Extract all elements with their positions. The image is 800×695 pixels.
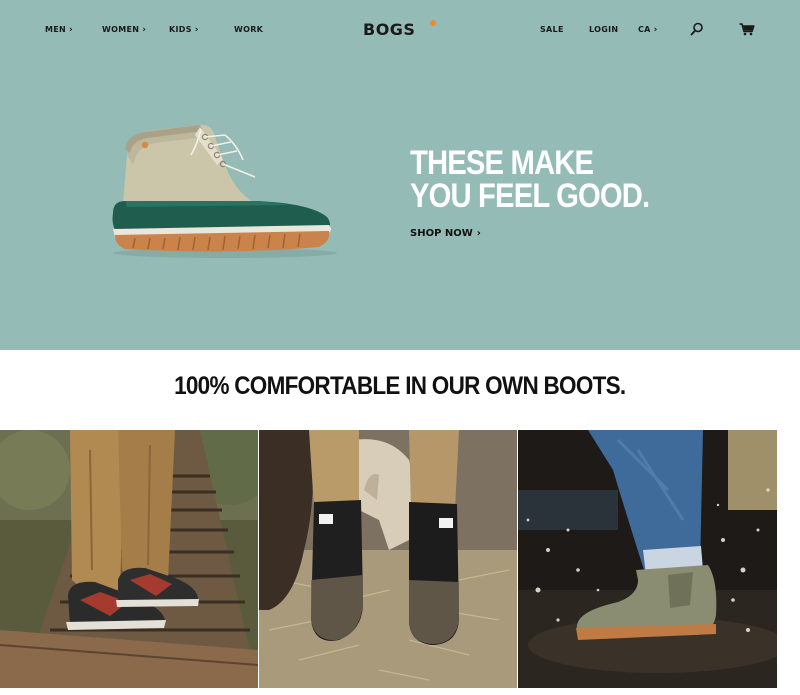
photo-splash-boots[interactable]: [518, 430, 777, 688]
chevron-right-icon: ›: [476, 228, 481, 239]
chevron-right-icon: ›: [142, 25, 147, 35]
nav-sale[interactable]: SALE: [540, 25, 564, 34]
section-heading: 100% COMFORTABLE IN OUR OWN BOOTS.: [0, 372, 800, 401]
nav-work-label: WORK: [234, 25, 264, 34]
nav-women-label: WOMEN: [102, 25, 140, 34]
nav-country-label: CA: [638, 25, 651, 34]
nav-men[interactable]: MEN ›: [45, 25, 73, 35]
nav-kids[interactable]: KIDS ›: [169, 25, 199, 35]
search-icon[interactable]: [690, 22, 704, 41]
nav-sale-label: SALE: [540, 25, 564, 34]
nav-women[interactable]: WOMEN ›: [102, 25, 146, 35]
shop-now-label: SHOP NOW: [410, 228, 473, 239]
chevron-right-icon: ›: [653, 25, 658, 35]
nav-kids-label: KIDS: [169, 25, 192, 34]
photo-boardwalk-boots[interactable]: [0, 430, 258, 688]
section-heading-text: 100% COMFORTABLE IN OUR OWN BOOTS.: [174, 372, 626, 400]
nav-work[interactable]: WORK: [234, 25, 263, 34]
photo-farm-boots[interactable]: [259, 430, 517, 688]
logo-dot: [430, 20, 436, 26]
shop-now-link[interactable]: SHOP NOW ›: [410, 228, 481, 239]
nav-country[interactable]: CA ›: [638, 25, 658, 35]
hero-headline: THESE MAKE YOU FEEL GOOD.: [410, 144, 650, 215]
nav-men-label: MEN: [45, 25, 67, 34]
chevron-right-icon: ›: [69, 25, 74, 35]
bogs-logo[interactable]: BOGS: [363, 20, 415, 39]
cart-icon[interactable]: [739, 23, 755, 41]
chevron-right-icon: ›: [194, 25, 199, 35]
nav-login-label: LOGIN: [589, 25, 619, 34]
hero-boot-image: [105, 115, 340, 265]
nav-login[interactable]: LOGIN: [589, 25, 618, 34]
